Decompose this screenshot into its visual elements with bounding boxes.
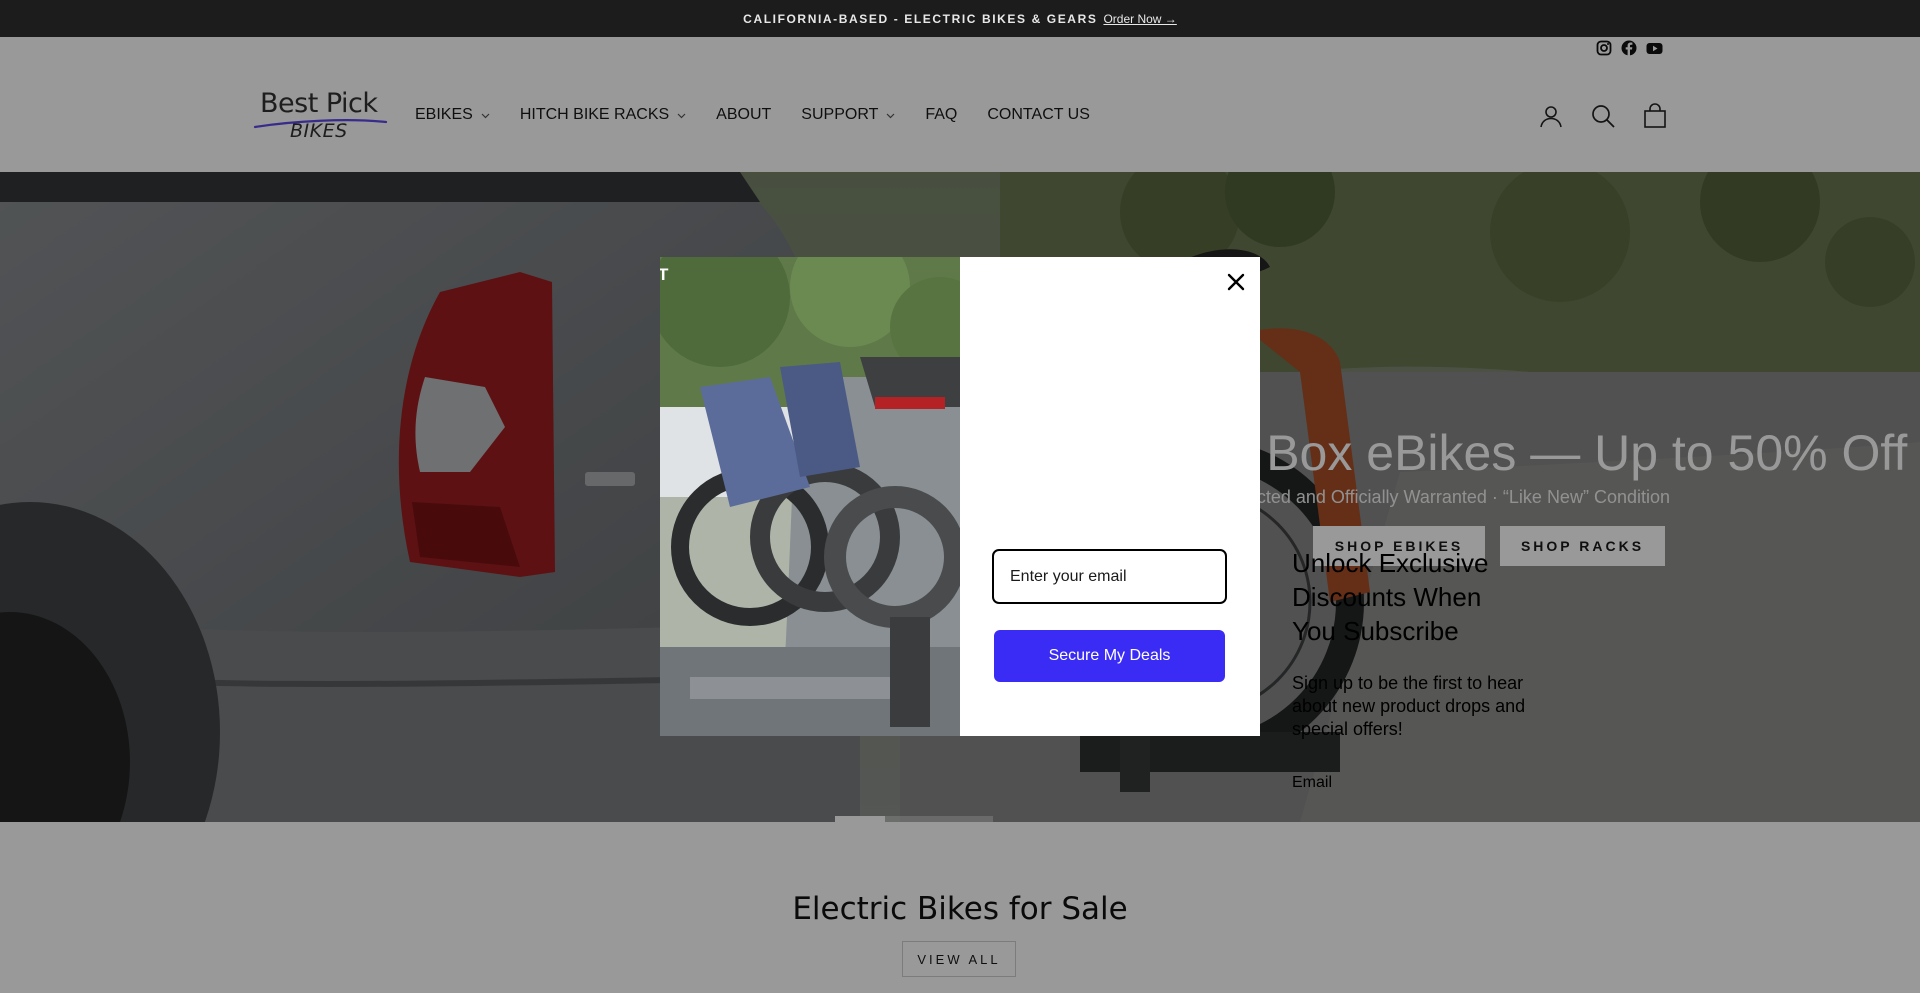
popup-image-text: T [660,265,669,284]
email-label: Email [1292,774,1333,791]
popup-title: Unlock Exclusive Discounts When You Subs… [1292,548,1489,646]
secure-my-deals-button[interactable]: Secure My Deals [994,630,1225,682]
popup-image: T [660,257,960,736]
announcement-bar: CALIFORNIA-BASED - ELECTRIC BIKES & GEAR… [0,0,1920,37]
popup-description: Sign up to be the first to hear about ne… [1292,673,1526,739]
close-icon[interactable] [1222,268,1250,296]
order-now-link[interactable]: Order Now → [1103,12,1176,26]
email-input[interactable] [992,549,1227,604]
announcement-text: CALIFORNIA-BASED - ELECTRIC BIKES & GEAR… [743,11,1098,26]
